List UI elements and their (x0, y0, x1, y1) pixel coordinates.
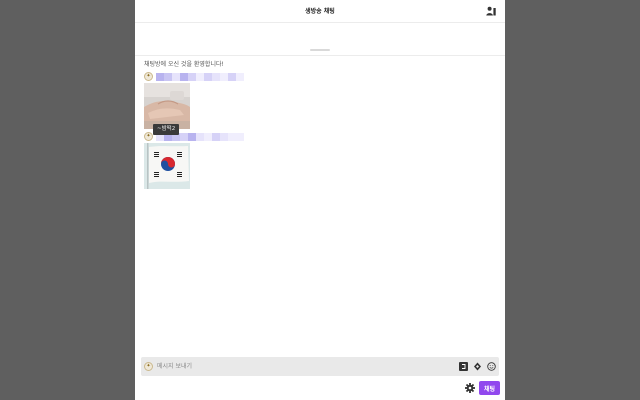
emoji-icon (487, 362, 496, 371)
chat-mode-button[interactable] (459, 362, 468, 371)
subscriber-badge-icon: ✦ (144, 132, 153, 141)
chat-header: 생방송 채팅 (135, 0, 505, 23)
pinned-area (135, 24, 505, 56)
chat-image-hands[interactable] (144, 83, 190, 129)
chat-username[interactable] (156, 73, 248, 81)
gear-icon (465, 383, 475, 393)
send-button[interactable]: 채팅 (479, 381, 500, 395)
message-input[interactable] (157, 359, 447, 374)
chat-mode-icon (459, 362, 468, 371)
donation-button[interactable] (473, 362, 482, 371)
subscriber-badge-icon: ✦ (144, 72, 153, 81)
username-tooltip: ~밤떡2 (153, 124, 180, 135)
emoji-button[interactable] (487, 362, 496, 371)
donation-icon (474, 362, 481, 371)
user-list-icon (486, 6, 496, 16)
subscriber-badge-icon: ✦ (144, 362, 153, 371)
welcome-message: 채팅방에 오신 것을 환영합니다! (144, 61, 224, 68)
user-list-button[interactable] (485, 5, 497, 17)
chat-title: 생방송 채팅 (305, 8, 335, 15)
chat-settings-button[interactable] (465, 383, 475, 393)
chat-message-list[interactable]: 채팅방에 오신 것을 환영합니다! ✦ ✦ (135, 57, 505, 355)
chat-composer: ✦ (141, 357, 499, 376)
resize-handle[interactable] (310, 49, 330, 51)
chat-image-korean-flag[interactable] (144, 143, 190, 189)
chat-panel: 생방송 채팅 채팅방에 오신 것을 환영합니다! ✦ ✦ ~밤떡2 ✦ 메시지 … (135, 0, 505, 400)
